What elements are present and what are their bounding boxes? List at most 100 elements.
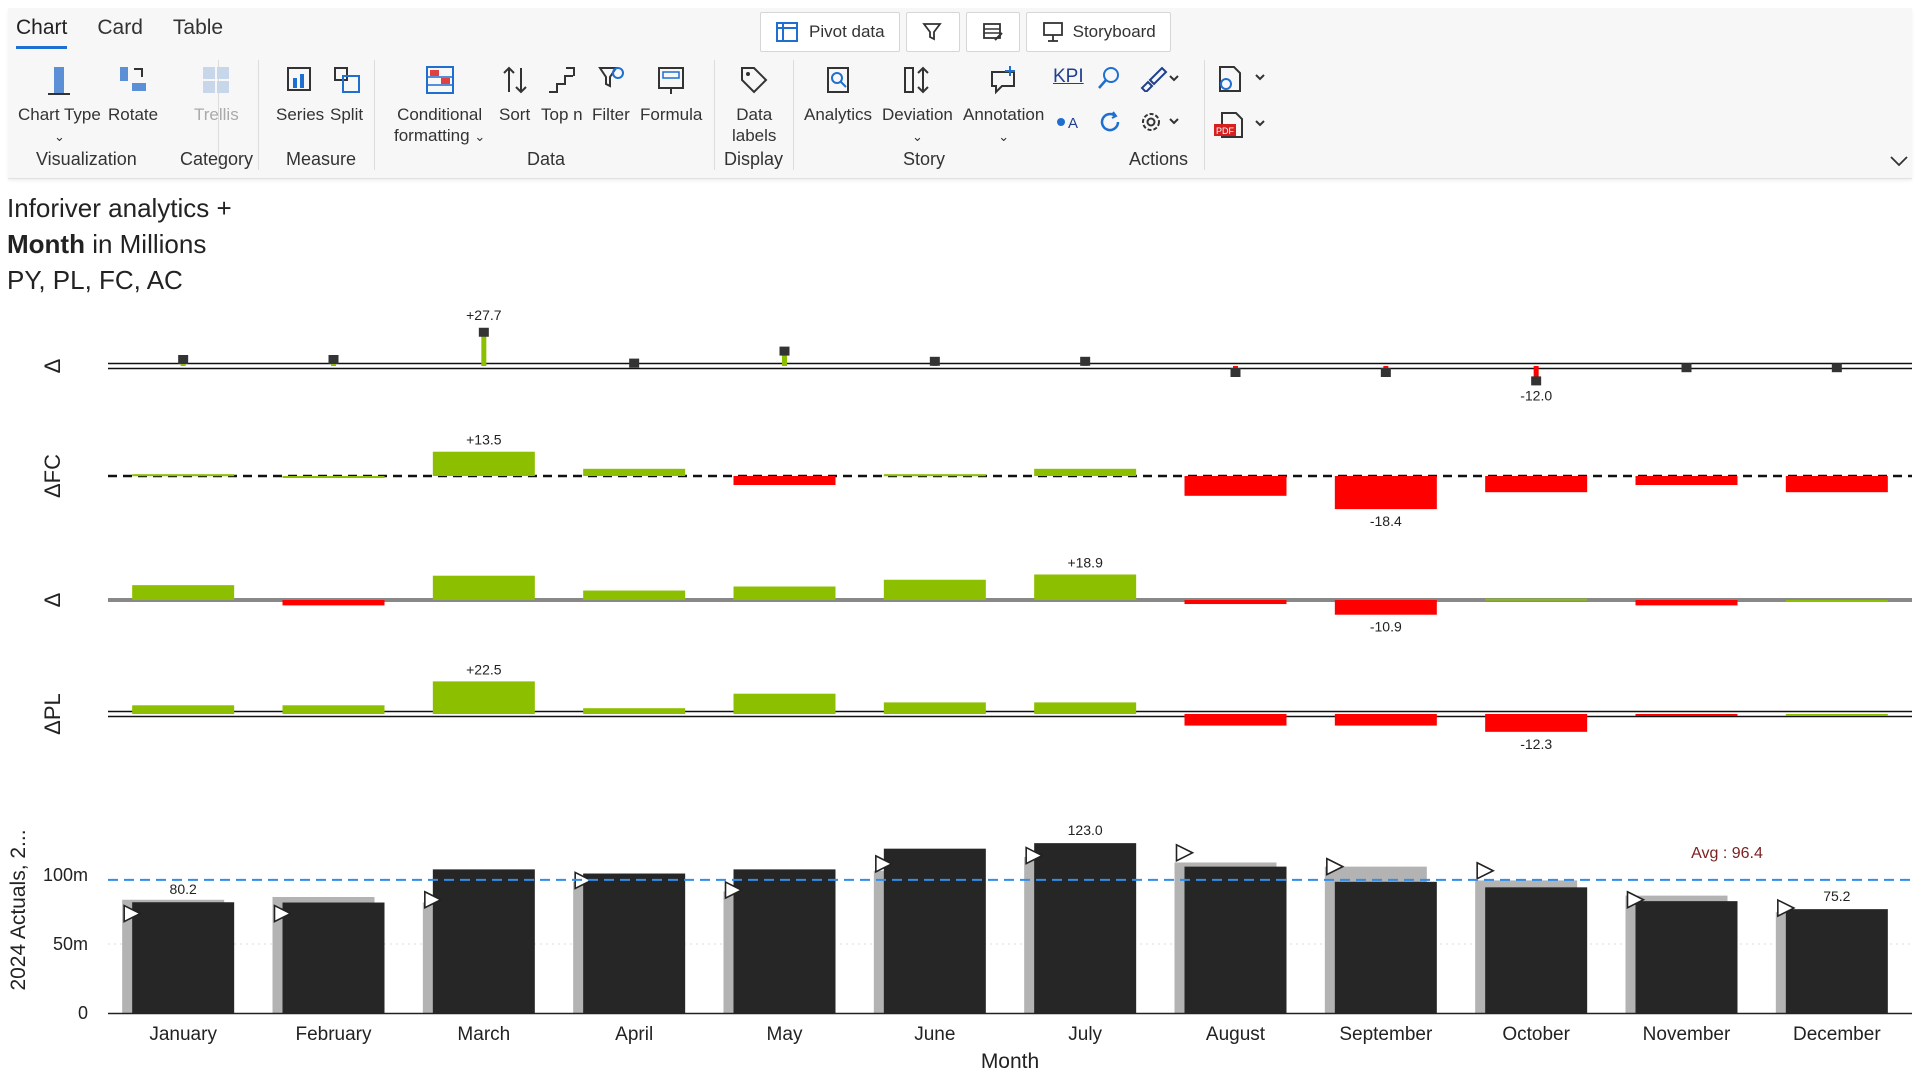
title-rest: in Millions bbox=[84, 229, 207, 259]
variance-bar bbox=[1334, 476, 1437, 510]
pin-head bbox=[629, 358, 640, 368]
variance-bar bbox=[1485, 714, 1588, 732]
bar-data-label: 80.2 bbox=[170, 881, 197, 897]
data-labels-label-2: labels bbox=[732, 126, 777, 145]
variance-data-label: -12.0 bbox=[1520, 387, 1552, 403]
label-toggle-button[interactable]: A bbox=[1055, 112, 1085, 137]
divider bbox=[714, 60, 715, 170]
sort-button[interactable]: Sort bbox=[499, 62, 530, 125]
divider bbox=[258, 60, 259, 170]
rotate-button[interactable]: Rotate bbox=[108, 62, 158, 125]
filter-settings-button[interactable] bbox=[905, 12, 960, 52]
tab-card[interactable]: Card bbox=[97, 16, 143, 49]
export-pdf-button[interactable]: PDF bbox=[1212, 110, 1268, 145]
series-button[interactable]: Series bbox=[276, 62, 324, 125]
chevron-down-icon bbox=[1890, 156, 1908, 167]
conditional-label-1: Conditional bbox=[397, 105, 483, 124]
actual-bar bbox=[1184, 866, 1287, 1013]
formula-button[interactable]: Formula bbox=[640, 62, 702, 125]
settings-button[interactable] bbox=[1138, 108, 1180, 141]
chart-type-button[interactable]: Chart Type ⌄ bbox=[18, 62, 101, 147]
plan-marker bbox=[1175, 843, 1195, 863]
x-tick-label: February bbox=[295, 1024, 372, 1045]
variance-bar bbox=[282, 476, 385, 478]
pin-head bbox=[328, 355, 339, 364]
deviation-icon bbox=[904, 66, 930, 94]
variance-bar bbox=[282, 600, 385, 606]
top-n-button[interactable]: Top n bbox=[541, 62, 583, 125]
actual-bar bbox=[1785, 909, 1888, 1013]
annotation-icon bbox=[990, 66, 1015, 95]
annotation-label: Annotation bbox=[963, 105, 1045, 124]
chevron-down-icon: ⌄ bbox=[474, 129, 486, 144]
pivot-data-label: Pivot data bbox=[809, 22, 885, 41]
storyboard-button[interactable]: Storyboard bbox=[1025, 12, 1171, 52]
chevron-down-icon: ⌄ bbox=[998, 129, 1010, 144]
analytics-button[interactable]: Analytics bbox=[804, 62, 872, 125]
variance-bar bbox=[883, 702, 986, 714]
split-button[interactable]: Split bbox=[330, 62, 363, 125]
divider bbox=[793, 60, 794, 170]
variance-bar bbox=[1635, 476, 1738, 485]
actual-bar bbox=[432, 869, 535, 1013]
x-tick-label: October bbox=[1502, 1024, 1570, 1045]
pin-head bbox=[178, 355, 189, 364]
series-label: Series bbox=[276, 105, 325, 124]
variance-bar bbox=[733, 693, 836, 714]
filter-label: Filter bbox=[592, 105, 630, 124]
pin-head bbox=[1080, 356, 1091, 366]
table-edit-button[interactable] bbox=[965, 12, 1020, 52]
variance-bar bbox=[132, 585, 235, 600]
search-button[interactable] bbox=[1095, 64, 1123, 97]
group-story: Story bbox=[903, 149, 946, 169]
export-gear-icon bbox=[1219, 66, 1265, 92]
trellis-button[interactable]: Trellis bbox=[194, 62, 239, 125]
variance-bar bbox=[883, 474, 986, 477]
refresh-button[interactable] bbox=[1096, 108, 1124, 141]
chart-type-icon bbox=[48, 67, 71, 95]
paint-brush-button[interactable] bbox=[1138, 66, 1180, 97]
collapse-ribbon-button[interactable] bbox=[1888, 154, 1910, 173]
pin-head bbox=[1380, 368, 1391, 377]
deviation-button[interactable]: Deviation ⌄ bbox=[882, 62, 953, 147]
pin-head bbox=[779, 346, 790, 356]
formula-label: Formula bbox=[640, 105, 703, 124]
kpi-button[interactable]: KPI bbox=[1053, 66, 1084, 88]
chevron-down-icon: ⌄ bbox=[53, 129, 65, 144]
deviation-label: Deviation bbox=[882, 105, 953, 124]
y-tick-label: 100m bbox=[43, 865, 88, 885]
variance-data-label: -10.9 bbox=[1370, 619, 1402, 635]
conditional-formatting-button[interactable]: Conditional formatting ⌄ bbox=[394, 62, 485, 147]
actual-bar bbox=[733, 869, 836, 1013]
panel-axis-label: ΔPL bbox=[40, 693, 65, 735]
pivot-icon bbox=[776, 22, 798, 42]
x-tick-label: August bbox=[1206, 1024, 1266, 1045]
tab-chart[interactable]: Chart bbox=[16, 16, 68, 49]
variance-bar bbox=[132, 705, 235, 714]
svg-text:PDF: PDF bbox=[1216, 126, 1235, 136]
chevron-down-icon: ⌄ bbox=[911, 129, 923, 144]
tab-table[interactable]: Table bbox=[173, 16, 223, 49]
actual-bar bbox=[1334, 881, 1437, 1013]
annotation-button[interactable]: Annotation ⌄ bbox=[963, 62, 1044, 147]
rotate-label: Rotate bbox=[108, 105, 159, 124]
sort-icon bbox=[502, 66, 527, 94]
variance-bar bbox=[1485, 476, 1588, 493]
y-tick-label: 50m bbox=[53, 934, 88, 954]
paint-brush-icon bbox=[1140, 66, 1179, 94]
actual-bar bbox=[1635, 901, 1738, 1013]
export-settings-button[interactable] bbox=[1212, 64, 1268, 99]
x-axis-title: Month bbox=[981, 1050, 1039, 1073]
rotate-icon bbox=[120, 67, 147, 91]
filter-button[interactable]: Filter bbox=[592, 62, 630, 125]
variance-bar bbox=[432, 681, 535, 714]
data-labels-button[interactable]: Data labels bbox=[732, 62, 776, 146]
variance-bar bbox=[733, 586, 836, 600]
pivot-data-button[interactable]: Pivot data bbox=[760, 12, 900, 52]
storyboard-label: Storyboard bbox=[1072, 22, 1156, 41]
variance-bar bbox=[1034, 574, 1137, 600]
x-tick-label: December bbox=[1793, 1024, 1881, 1045]
series-icon bbox=[287, 67, 312, 91]
variance-bar bbox=[583, 590, 686, 600]
analytics-label: Analytics bbox=[804, 105, 873, 124]
